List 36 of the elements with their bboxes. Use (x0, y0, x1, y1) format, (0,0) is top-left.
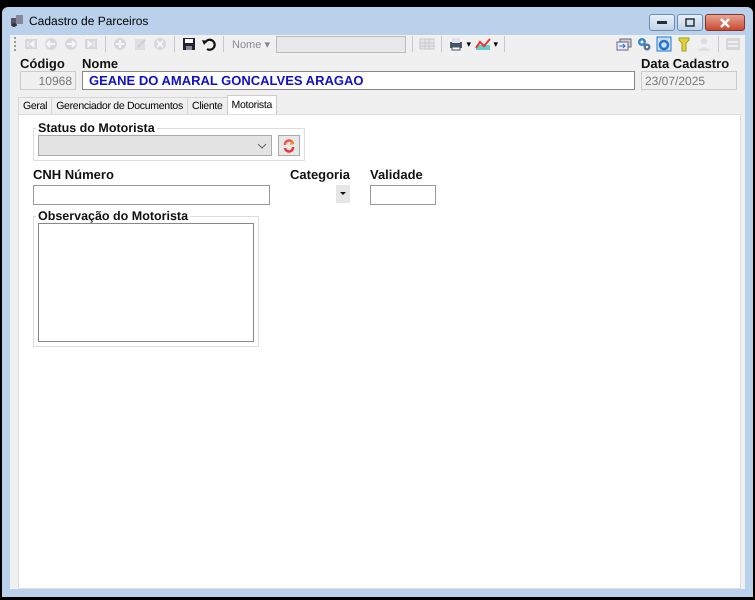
code-label: Código (20, 56, 66, 71)
chart-button[interactable]: ▾ (475, 35, 498, 53)
status-dropdown[interactable] (38, 135, 272, 156)
status-label: Status do Motorista (37, 121, 156, 135)
name-field[interactable]: GEANE DO AMARAL GONCALVES ARAGAO (82, 71, 635, 90)
category-label: Categoria (290, 167, 350, 182)
cnh-field[interactable] (33, 185, 270, 205)
refresh-button[interactable] (278, 135, 300, 156)
validity-field[interactable] (370, 185, 436, 205)
refresh-icon (282, 138, 296, 152)
minimize-button[interactable] (649, 14, 675, 31)
notes-label: Observação do Motorista (37, 209, 190, 223)
gears-button[interactable] (636, 35, 652, 53)
maximize-icon (685, 18, 695, 27)
caret-icon (340, 192, 346, 196)
close-icon (719, 18, 731, 28)
minimize-icon (657, 20, 667, 24)
validity-label: Validade (370, 167, 424, 182)
date-label: Data Cadastro (641, 56, 730, 71)
save-button[interactable] (181, 35, 197, 53)
tab[interactable]: Geral (18, 97, 52, 114)
maximize-button[interactable] (677, 14, 703, 31)
close-button[interactable] (705, 14, 745, 31)
date-field[interactable]: 23/07/2025 (641, 71, 737, 90)
chevron-icon (257, 142, 267, 148)
search-field[interactable] (276, 36, 406, 52)
refresh-button[interactable] (656, 35, 672, 53)
category-dropdown[interactable] (336, 185, 350, 203)
code-field[interactable]: 10968 (20, 71, 76, 90)
tab[interactable]: Motorista (226, 95, 278, 114)
app-icon (10, 14, 24, 28)
notes-field[interactable] (38, 223, 254, 342)
name-label: Nome (82, 56, 120, 71)
window-title: Cadastro de Parceiros (29, 14, 148, 28)
printer-button[interactable]: ▾ (448, 35, 472, 53)
cnh-label: CNH Número (33, 167, 115, 182)
